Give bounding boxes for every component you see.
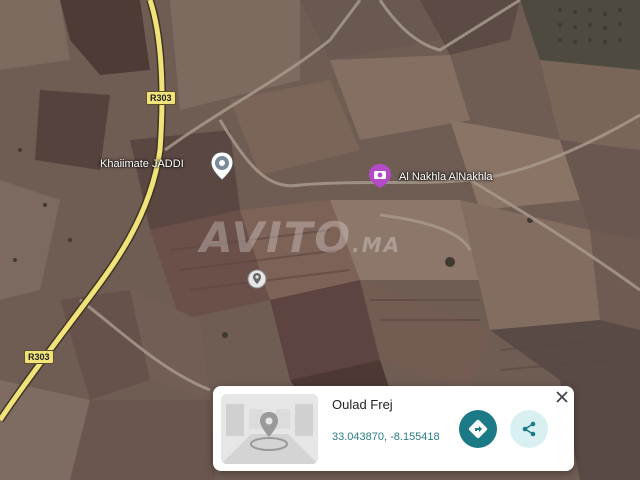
place-label-khaiimate-jaddi[interactable]: Khaiimate JADDI bbox=[100, 158, 184, 170]
road-label-r303-south: R303 bbox=[24, 350, 54, 364]
place-title: Oulad Frej bbox=[332, 397, 393, 412]
directions-button[interactable] bbox=[459, 410, 497, 448]
directions-icon bbox=[468, 419, 488, 439]
satellite-map[interactable]: R303 R303 Khaiimate JADDI Al Nakhla AlNa… bbox=[0, 0, 640, 480]
location-pin-icon[interactable] bbox=[209, 151, 235, 181]
place-coordinates[interactable]: 33.043870, -8.155418 bbox=[332, 431, 440, 443]
camera-pin-icon[interactable] bbox=[368, 163, 392, 189]
watermark-suffix: .MA bbox=[352, 233, 402, 257]
close-icon[interactable] bbox=[553, 388, 571, 406]
avito-watermark: AVITO.MA bbox=[200, 213, 401, 262]
place-info-card[interactable]: Oulad Frej 33.043870, -8.155418 bbox=[213, 386, 574, 471]
place-label-al-nakhla[interactable]: Al Nakhla AlNakhla bbox=[399, 171, 493, 183]
watermark-text: AVITO bbox=[200, 213, 353, 262]
grey-location-pin-icon[interactable] bbox=[247, 269, 267, 289]
thumbnail-illustration bbox=[221, 394, 318, 464]
street-view-placeholder-icon[interactable] bbox=[221, 394, 318, 464]
road-label-r303-north: R303 bbox=[146, 91, 176, 105]
share-icon bbox=[522, 421, 536, 437]
share-button[interactable] bbox=[510, 410, 548, 448]
